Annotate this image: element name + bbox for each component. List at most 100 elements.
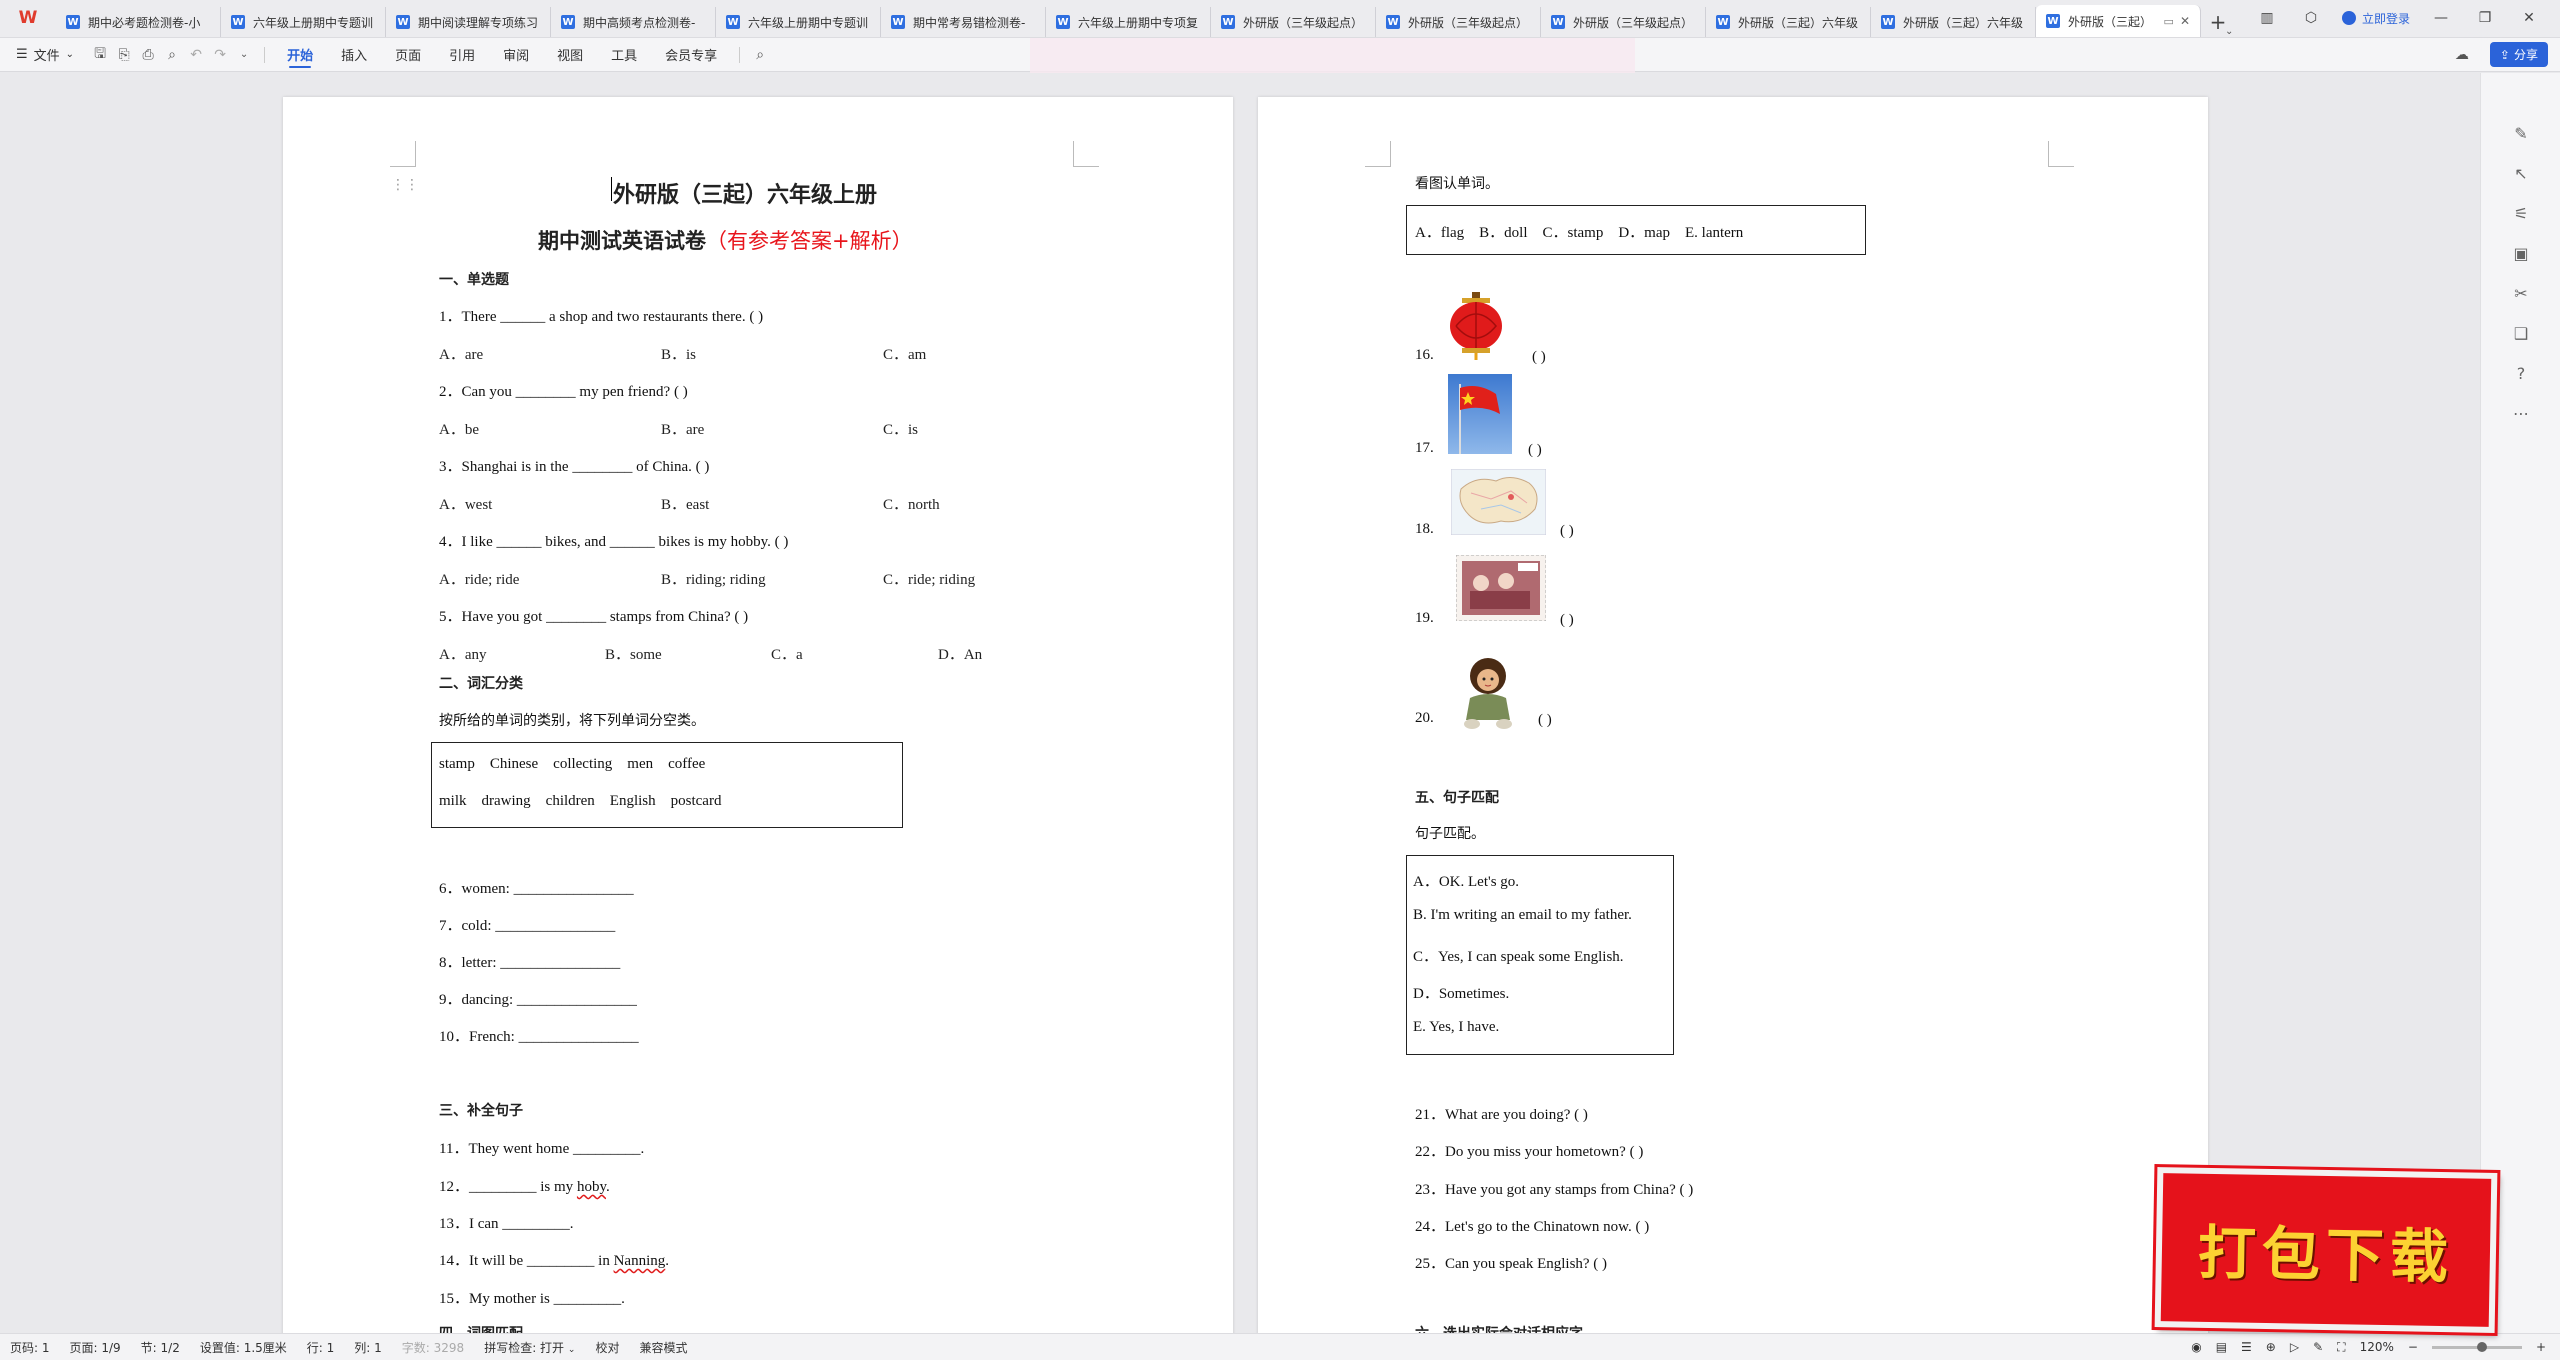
doc-title-line2[interactable]: 期中测试英语试卷（有参考答案+解析） [538, 225, 913, 255]
restore-icon[interactable]: ❐ [2472, 10, 2498, 26]
spell-check-toggle[interactable]: 拼写检查: 打开 ⌄ [474, 1339, 585, 1356]
drag-handle-icon[interactable]: ⋮⋮ [391, 177, 419, 193]
book-icon[interactable]: ❑ [2507, 319, 2535, 347]
fit-page-icon[interactable]: ⛶ [2337, 1340, 2345, 1355]
word-doc-icon: W [891, 15, 905, 29]
outline-view-icon[interactable]: ☰ [2241, 1340, 2252, 1354]
close-window-icon[interactable]: ✕ [2516, 10, 2542, 26]
option: A．west [439, 497, 493, 513]
minimize-icon[interactable]: — [2428, 10, 2454, 26]
tools-icon[interactable]: ✂ [2507, 279, 2535, 307]
spelling-error[interactable]: hoby [577, 1179, 606, 1195]
flag-icon [1448, 374, 1512, 454]
zoom-in-icon[interactable]: + [2536, 1340, 2546, 1354]
document-tab[interactable]: W 期中常考易错检测卷- [881, 7, 1046, 37]
doc-title-line1[interactable]: 外研版（三起）六年级上册 [613, 177, 877, 209]
compat-mode[interactable]: 兼容模式 [629, 1339, 697, 1356]
item-number: 20. [1415, 710, 1434, 726]
chevron-down-icon[interactable]: ⌄ [2225, 26, 2233, 37]
print-preview-icon[interactable]: ⌕ [160, 43, 184, 67]
document-canvas[interactable]: ⋮⋮ 外研版（三起）六年级上册 期中测试英语试卷（有参考答案+解析） 一、单选题… [0, 73, 2480, 1333]
more-icon[interactable]: ⋯ [2507, 399, 2535, 427]
wps-logo-icon[interactable]: W [0, 0, 56, 37]
question-1: 1．There ______ a shop and two restaurant… [439, 309, 764, 325]
tab-tools[interactable]: 工具 [597, 38, 651, 72]
document-tab[interactable]: W 外研版（三起）六年级 [1706, 7, 1871, 37]
tab-review[interactable]: 审阅 [489, 38, 543, 72]
undo-icon[interactable]: ↶ [184, 43, 208, 67]
document-tab[interactable]: W 外研版（三起）六年级 [1871, 7, 2036, 37]
layout-icon[interactable]: ▥ [2254, 10, 2280, 26]
question-21: 21．What are you doing? ( ) [1415, 1107, 1588, 1123]
answer-blank[interactable]: ( ) [1528, 442, 1542, 459]
cursor-select-icon[interactable]: ↖ [2507, 159, 2535, 187]
cloud-icon[interactable]: ☁ [2450, 43, 2474, 67]
document-tab-active[interactable]: W 外研版（三起） ▭ ✕ [2036, 5, 2201, 37]
search-icon[interactable]: ⌕ [748, 43, 772, 67]
document-tab[interactable]: W 六年级上册期中专题训 [221, 7, 386, 37]
document-tab[interactable]: W 期中必考题检测卷-小 [56, 7, 221, 37]
answer-blank[interactable]: ( ) [1538, 712, 1552, 729]
help-icon[interactable]: ? [2507, 359, 2535, 387]
cube-icon[interactable]: ⬡ [2298, 10, 2324, 26]
status-page[interactable]: 页码: 1 [0, 1339, 60, 1356]
status-section[interactable]: 节: 1/2 [131, 1339, 190, 1356]
zoom-level[interactable]: 120% [2360, 1340, 2394, 1354]
avatar [2341, 11, 2356, 25]
status-bar: 页码: 1 页面: 1/9 节: 1/2 设置值: 1.5厘米 行: 1 列: … [0, 1333, 2560, 1360]
file-menu[interactable]: ☰ 文件 ⌄ [0, 45, 88, 64]
question-11: 11．They went home _________. [439, 1141, 645, 1157]
close-tab-icon[interactable]: ✕ [2180, 14, 2190, 28]
answer-note: （有参考答案+解析） [706, 229, 913, 253]
question-25: 25．Can you speak English? ( ) [1415, 1256, 1608, 1272]
export-pdf-icon[interactable]: ⎘ [112, 43, 136, 67]
monitor-icon[interactable]: ▭ [2164, 15, 2174, 28]
status-setting[interactable]: 设置值: 1.5厘米 [190, 1339, 297, 1356]
section-heading: 二、词汇分类 [439, 676, 523, 692]
document-tab[interactable]: W 期中高频考点检测卷- [551, 7, 716, 37]
pen-icon[interactable]: ✎ [2507, 119, 2535, 147]
zoom-out-icon[interactable]: − [2408, 1340, 2418, 1354]
document-tab[interactable]: W 外研版（三年级起点） [1376, 7, 1541, 37]
play-icon[interactable]: ▷ [2290, 1340, 2299, 1354]
share-button[interactable]: ⇪ 分享 [2489, 42, 2548, 67]
image-edit-icon[interactable]: ▣ [2507, 239, 2535, 267]
document-tab[interactable]: W 六年级上册期中专题训 [716, 7, 881, 37]
question-3: 3．Shanghai is in the ________ of China. … [439, 459, 710, 475]
adjust-icon[interactable]: ⚟ [2507, 199, 2535, 227]
answer-blank[interactable]: ( ) [1560, 523, 1574, 540]
option: B．is [661, 347, 697, 363]
tab-view[interactable]: 视图 [543, 38, 597, 72]
tab-references[interactable]: 引用 [435, 38, 489, 72]
answer-blank[interactable]: ( ) [1532, 349, 1546, 366]
pen-mode-icon[interactable]: ✎ [2313, 1340, 2323, 1354]
spelling-error[interactable]: Nanning [614, 1253, 666, 1269]
document-tab[interactable]: W 六年级上册期中专项复 [1046, 7, 1211, 37]
instruction: 按所给的单词的类别，将下列单词分空类。 [439, 714, 705, 729]
save-icon[interactable]: 🖫 [88, 43, 112, 67]
chevron-down-icon[interactable]: ⌄ [232, 43, 256, 67]
tab-page[interactable]: 页面 [381, 38, 435, 72]
word-bank-row: stamp Chinese collecting men coffee [439, 756, 706, 772]
document-page-1[interactable]: ⋮⋮ 外研版（三起）六年级上册 期中测试英语试卷（有参考答案+解析） 一、单选题… [283, 97, 1233, 1333]
redo-icon[interactable]: ↷ [208, 43, 232, 67]
page-view-icon[interactable]: ▤ [2216, 1340, 2227, 1354]
document-page-2[interactable]: 看图认单词。 A．flag B．doll C．stamp D．map E. la… [1258, 97, 2208, 1333]
document-tab[interactable]: W 期中阅读理解专项练习 [386, 7, 551, 37]
eye-icon[interactable]: ◉ [2191, 1340, 2201, 1354]
tab-insert[interactable]: 插入 [327, 38, 381, 72]
tab-member[interactable]: 会员专享 [651, 38, 731, 72]
zoom-slider-knob[interactable] [2476, 1341, 2487, 1352]
download-banner[interactable]: 打包下载 [2154, 1167, 2498, 1333]
status-pages[interactable]: 页面: 1/9 [60, 1339, 131, 1356]
status-wordcount[interactable]: 字数: 3298 [392, 1339, 474, 1356]
login-button[interactable]: 立即登录 [2341, 10, 2410, 27]
tab-home[interactable]: 开始 [273, 38, 327, 72]
document-tab[interactable]: W 外研版（三年级起点） [1211, 7, 1376, 37]
zoom-slider[interactable] [2431, 1341, 2522, 1352]
print-icon[interactable]: ⎙ [136, 43, 160, 67]
document-tab[interactable]: W 外研版（三年级起点） [1541, 7, 1706, 37]
proofread-button[interactable]: 校对 [585, 1339, 629, 1356]
answer-blank[interactable]: ( ) [1560, 612, 1574, 629]
web-view-icon[interactable]: ⊕ [2266, 1340, 2276, 1354]
